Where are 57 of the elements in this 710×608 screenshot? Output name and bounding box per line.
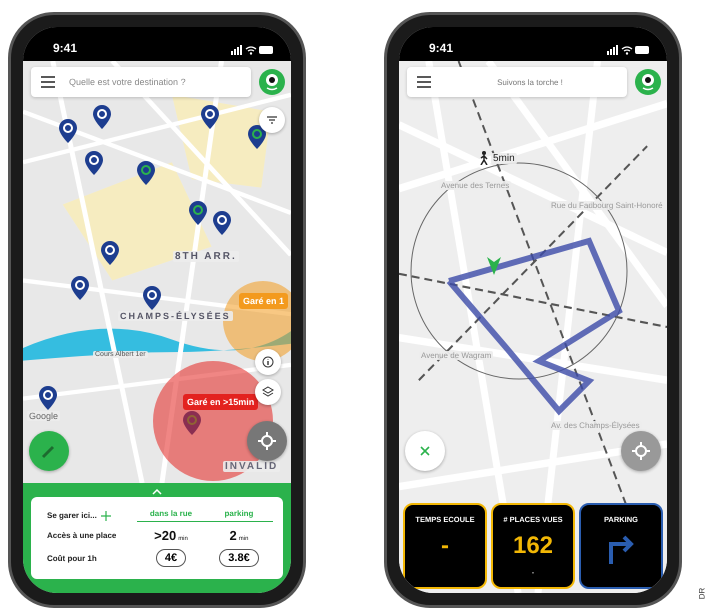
locate-icon <box>632 442 650 460</box>
photo-credit: DR <box>698 588 707 600</box>
tile-subvalue: - <box>532 568 534 577</box>
avatar-icon[interactable] <box>259 69 285 95</box>
status-time: 9:41 <box>429 41 454 55</box>
cost-value: 3.8€ <box>219 549 259 567</box>
map-label: Rue du Faubourg Saint-Honoré <box>549 201 665 210</box>
search-field[interactable]: Quelle est votre destination ? <box>67 76 241 88</box>
map-pin-icon[interactable] <box>248 125 266 149</box>
map-pin-icon[interactable] <box>189 201 207 225</box>
close-icon <box>420 446 430 456</box>
turn-right-icon <box>606 534 636 564</box>
tile-value: - <box>441 534 449 558</box>
parking-badge: Garé en 1 <box>239 293 288 309</box>
status-time: 9:41 <box>53 41 78 55</box>
parking-badge: Garé en >15min <box>183 394 258 410</box>
map-pin-icon[interactable] <box>143 286 161 310</box>
map-pin-icon[interactable] <box>137 161 155 185</box>
walking-person-icon <box>479 151 489 165</box>
map-label: Avenue des Ternes <box>439 181 512 190</box>
filter-icon <box>267 116 277 124</box>
map-pin-icon[interactable] <box>213 211 231 235</box>
map-pin-icon[interactable] <box>85 151 103 175</box>
menu-icon[interactable] <box>41 76 55 88</box>
column-title: dans la rue <box>137 509 205 522</box>
map-pin-icon[interactable] <box>101 241 119 265</box>
map-label: Avenue de Wagram <box>419 351 494 360</box>
map-label: Av. des Champs-Élysées <box>549 421 642 430</box>
screen-title: Suivons la torche ! <box>496 78 564 86</box>
crosshair-icon <box>100 510 111 520</box>
row-label: Coût pour 1h <box>47 554 98 562</box>
menu-icon[interactable] <box>417 76 431 88</box>
map-label: CHAMPS-ÉLYSÉES <box>118 311 233 321</box>
layers-icon <box>262 386 274 398</box>
search-bar[interactable]: Quelle est votre destination ? <box>31 67 251 97</box>
locate-icon <box>258 432 276 450</box>
direction-arrow-icon <box>487 257 501 275</box>
tile-value: 162 <box>512 534 554 558</box>
row-label: Se garer ici... <box>47 511 97 520</box>
row-label: Accès à une place <box>47 531 118 540</box>
walk-time: 5min <box>491 153 517 164</box>
map-label: 8TH ARR. <box>173 251 239 262</box>
cost-value: 4€ <box>156 549 186 567</box>
map-pin-icon[interactable] <box>71 276 89 300</box>
map-label: Google <box>27 411 60 421</box>
expand-icon[interactable] <box>152 489 162 495</box>
status-icons <box>607 45 651 55</box>
avatar-icon[interactable] <box>635 69 661 95</box>
status-icons <box>231 45 275 55</box>
map-pin-icon[interactable] <box>93 105 111 129</box>
column-title: parking <box>205 509 273 522</box>
map-pin-icon[interactable] <box>39 386 57 410</box>
map-pin-icon[interactable] <box>59 119 77 143</box>
wand-icon <box>41 443 57 459</box>
info-icon <box>262 356 274 368</box>
map-label: INVALID <box>223 461 280 472</box>
map-pin-icon[interactable] <box>201 105 219 129</box>
